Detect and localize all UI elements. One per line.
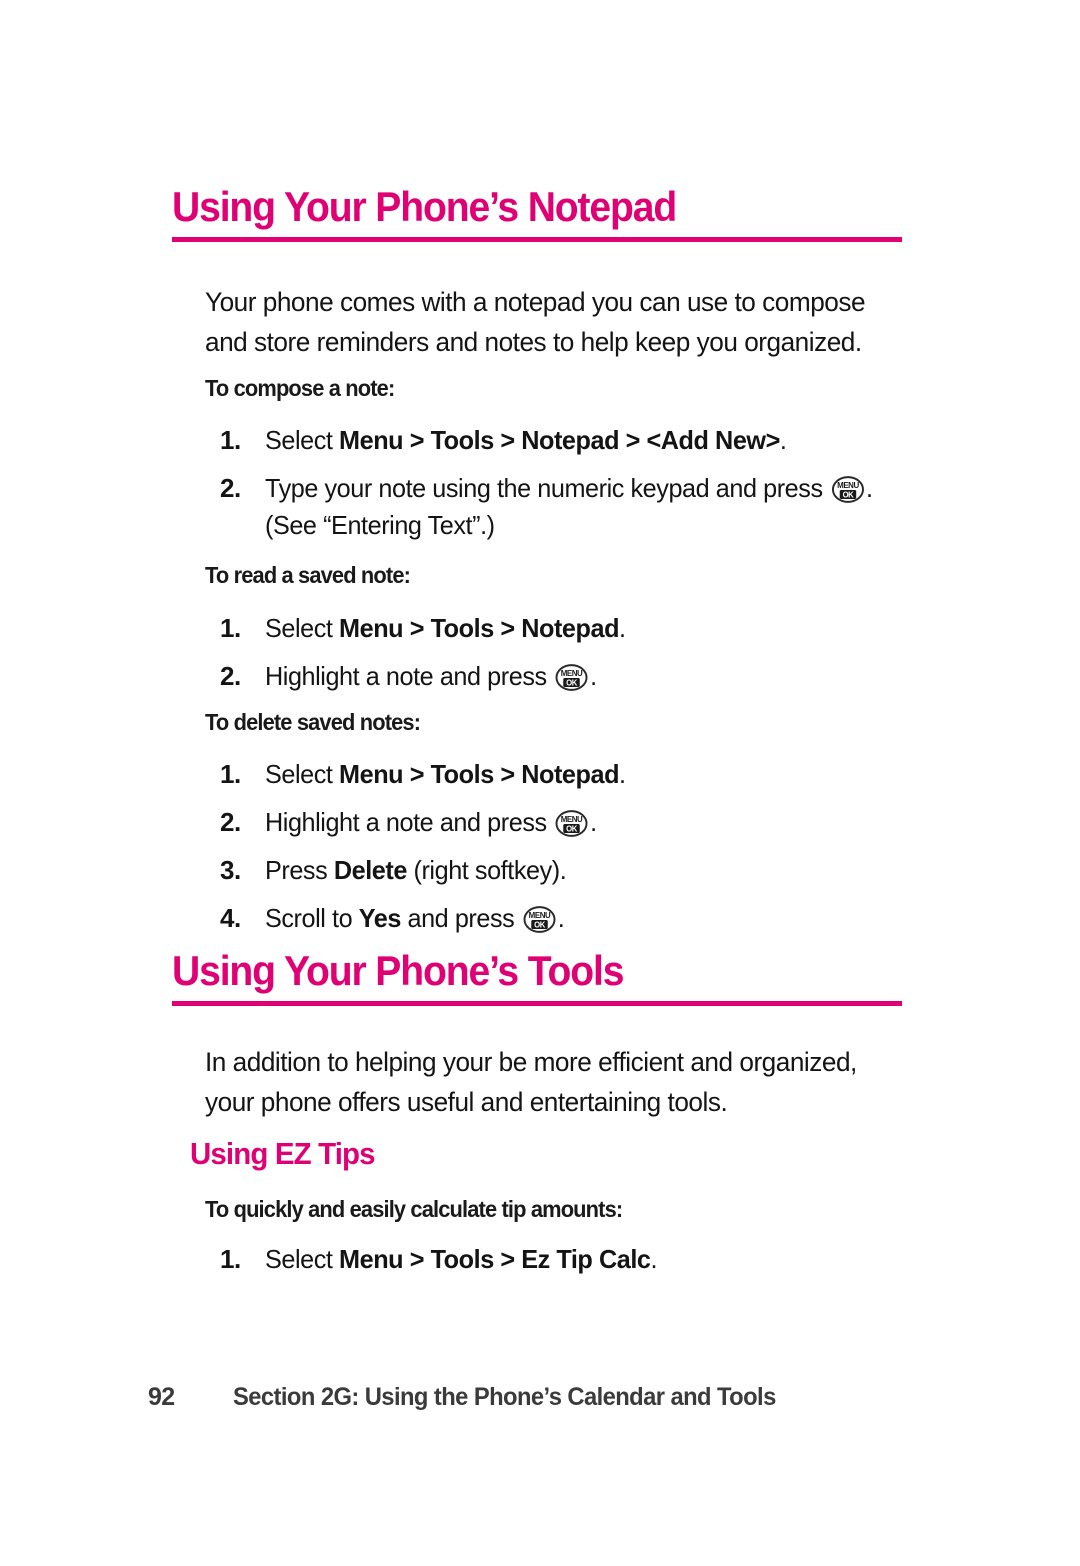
menu-ok-key-icon: MENU OK (555, 664, 588, 691)
step-text-lead: Select (265, 759, 340, 789)
procedure-lead-delete-notes: To delete saved notes: (205, 709, 421, 735)
page-title-notepad: Using Your Phone’s Notepad (172, 183, 677, 230)
list-number: 2. (220, 661, 241, 691)
svg-text:OK: OK (566, 824, 578, 833)
list-text: Press Delete (right softkey). (265, 852, 900, 889)
step-text-tail: (right softkey). (406, 855, 567, 885)
step-text-lead: Press (265, 855, 334, 885)
list-text: Type your note using the numeric keypad … (265, 470, 900, 544)
subsection-heading-ez-tips: Using EZ Tips (190, 1136, 376, 1171)
list-text: Scroll to Yes and press MENU OK. (265, 900, 900, 937)
list-item: 4. Scroll to Yes and press MENU OK. (220, 900, 920, 937)
option-label-yes: Yes (358, 903, 402, 933)
list-item: 1. Select Menu > Tools > Notepad. (220, 756, 920, 793)
menu-path: Menu > Tools > Notepad (339, 759, 620, 789)
menu-ok-key-icon: MENU OK (831, 476, 864, 503)
intro-paragraph-notepad: Your phone comes with a notepad you can … (205, 287, 866, 357)
step-text-tail: . (619, 759, 626, 789)
list-number: 1. (220, 613, 241, 643)
list-number: 3. (220, 855, 241, 885)
list-item: 1. Select Menu > Tools > Ez Tip Calc. (220, 1241, 920, 1278)
page-number: 92 (148, 1383, 175, 1411)
procedure-lead-ez-tips: To quickly and easily calculate tip amou… (205, 1196, 623, 1222)
svg-text:MENU: MENU (561, 669, 583, 678)
list-text: Select Menu > Tools > Notepad. (265, 756, 900, 793)
step-text-tail: . (619, 613, 626, 643)
list-item: 2. Highlight a note and press MENU OK. (220, 804, 920, 841)
list-text: Select Menu > Tools > Ez Tip Calc. (265, 1241, 900, 1278)
step-text-lead: Select (265, 1244, 340, 1274)
svg-text:OK: OK (534, 920, 546, 929)
menu-ok-key-icon: MENU OK (523, 906, 556, 933)
svg-text:MENU: MENU (561, 815, 583, 824)
manual-page: Using Your Phone’s Notepad Your phone co… (0, 0, 1080, 1566)
menu-path: Menu > Tools > Notepad > <Add New> (339, 425, 780, 455)
list-item: 3. Press Delete (right softkey). (220, 852, 920, 889)
step-text-tail: . (590, 807, 597, 837)
step-text-mid: and press (400, 903, 521, 933)
svg-text:MENU: MENU (529, 911, 551, 920)
list-text: Select Menu > Tools > Notepad > <Add New… (265, 422, 900, 459)
menu-path: Menu > Tools > Ez Tip Calc (339, 1244, 651, 1274)
step-text-tail: . (779, 425, 787, 455)
step-text-lead: Type your note using the numeric keypad … (265, 473, 830, 503)
list-item: 2. Type your note using the numeric keyp… (220, 470, 920, 544)
step-text-lead: Scroll to (265, 903, 359, 933)
svg-text:MENU: MENU (837, 481, 859, 490)
step-text-lead: Select (265, 425, 340, 455)
page-title-tools: Using Your Phone’s Tools (172, 947, 625, 994)
svg-text:OK: OK (842, 490, 854, 499)
intro-paragraph-tools: In addition to helping your be more effi… (205, 1047, 857, 1117)
step-text-lead: Highlight a note and press (265, 661, 554, 691)
softkey-label: Delete (333, 855, 408, 885)
list-text: Highlight a note and press MENU OK. (265, 804, 900, 841)
section-heading-tools-block: Using Your Phone’s Tools (172, 950, 902, 1006)
step-text-lead: Highlight a note and press (265, 807, 554, 837)
heading-rule-tools (172, 1001, 902, 1006)
footer-section-title: Section 2G: Using the Phone’s Calendar a… (233, 1383, 776, 1411)
menu-path: Menu > Tools > Notepad (339, 613, 620, 643)
page-footer: 92 Section 2G: Using the Phone’s Calendar… (148, 1383, 804, 1412)
svg-text:OK: OK (566, 678, 578, 687)
procedure-lead-read-note: To read a saved note: (205, 562, 411, 588)
section-heading-notepad-block: Using Your Phone’s Notepad (172, 186, 902, 242)
step-text-tail: . (650, 1244, 658, 1274)
list-number: 2. (220, 807, 241, 837)
menu-ok-key-icon: MENU OK (555, 810, 588, 837)
step-text-tail: . (590, 661, 597, 691)
list-item: 2. Highlight a note and press MENU OK. (220, 658, 920, 695)
list-text: Highlight a note and press MENU OK. (265, 658, 900, 695)
list-number: 2. (220, 473, 241, 503)
procedure-lead-compose-note: To compose a note: (205, 375, 395, 401)
step-text-lead: Select (265, 613, 340, 643)
step-text-tail: . (557, 903, 565, 933)
heading-rule-notepad (172, 237, 902, 242)
list-number: 4. (220, 903, 241, 933)
list-text: Select Menu > Tools > Notepad. (265, 610, 900, 647)
list-item: 1. Select Menu > Tools > Notepad. (220, 610, 920, 647)
list-number: 1. (220, 425, 241, 455)
list-number: 1. (220, 759, 241, 789)
list-item: 1. Select Menu > Tools > Notepad > <Add … (220, 422, 920, 459)
list-number: 1. (220, 1244, 241, 1274)
